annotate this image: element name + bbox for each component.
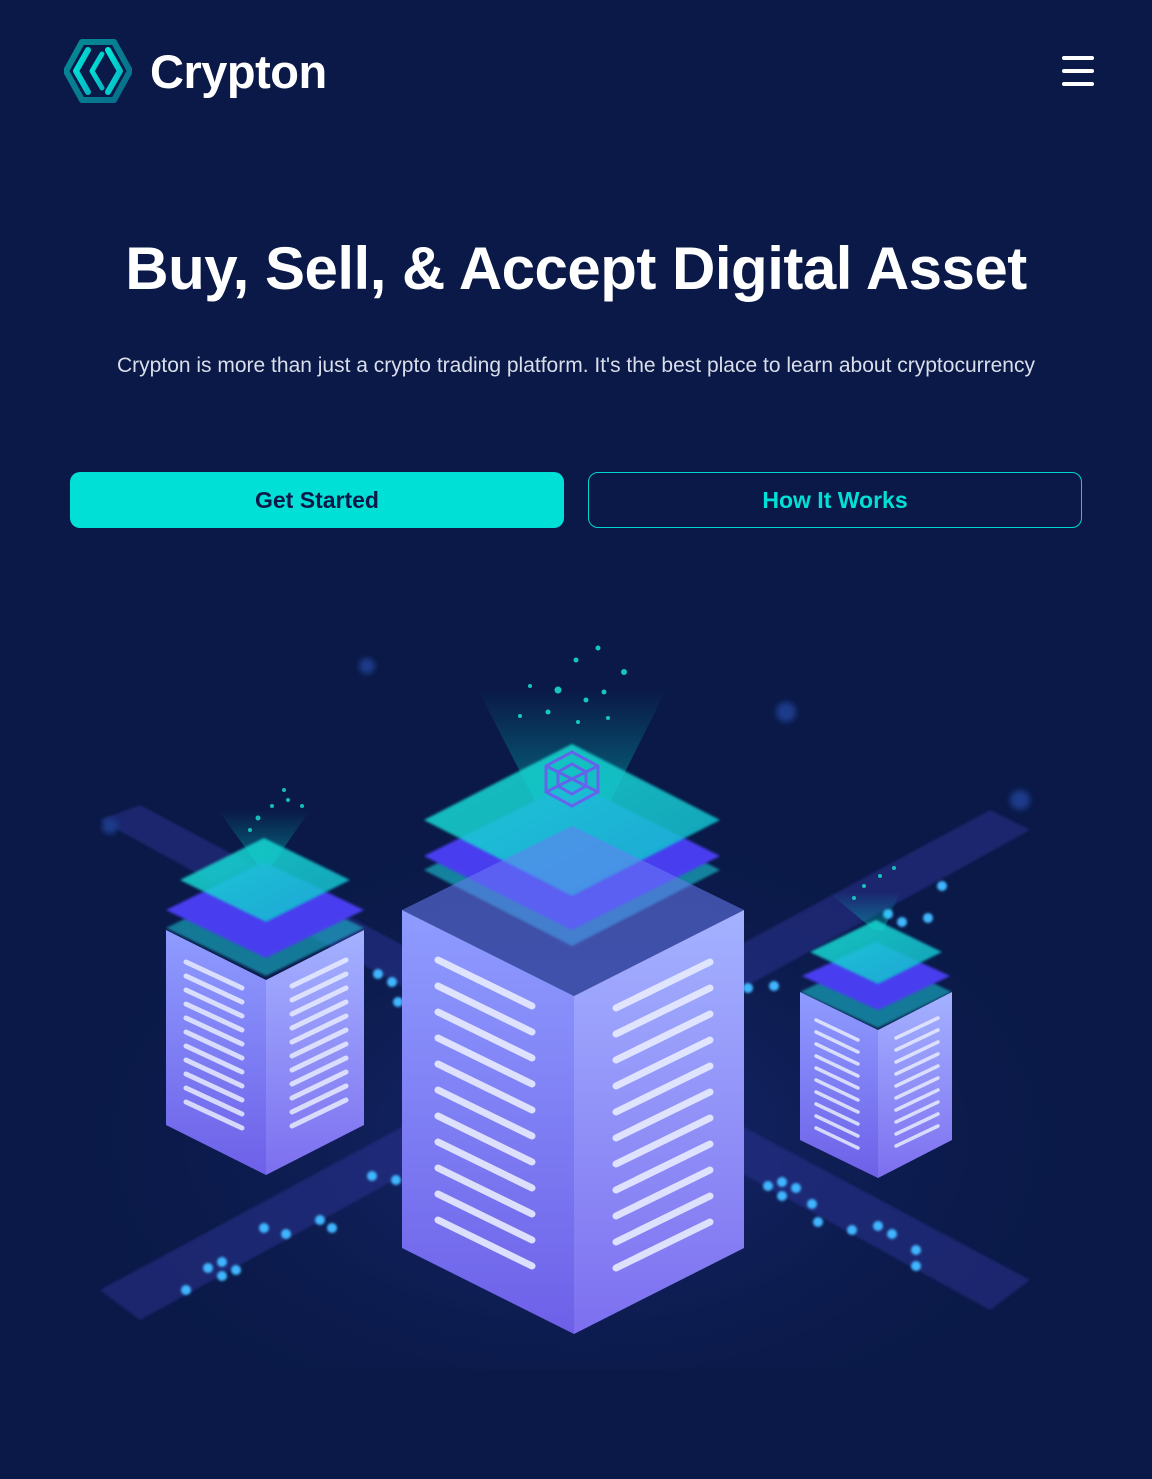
- menu-bar: [1062, 69, 1094, 73]
- get-started-button[interactable]: Get Started: [70, 472, 564, 528]
- landing-page: Crypton Buy, Sell, & Accept Digital Asse…: [0, 0, 1152, 1479]
- hero-subtitle: Crypton is more than just a crypto tradi…: [117, 354, 1035, 377]
- hero-title: Buy, Sell, & Accept Digital Asset: [125, 235, 1027, 302]
- menu-bar: [1062, 56, 1094, 60]
- hamburger-menu-icon[interactable]: [1058, 52, 1098, 90]
- brand-name: Crypton: [150, 44, 327, 98]
- menu-bar: [1062, 82, 1094, 86]
- crypton-logo-icon: [64, 39, 132, 103]
- brand[interactable]: Crypton: [64, 38, 327, 104]
- how-it-works-button[interactable]: How It Works: [588, 472, 1082, 528]
- server-towers-illustration: [100, 645, 1052, 1370]
- center-server-tower: [402, 645, 744, 1334]
